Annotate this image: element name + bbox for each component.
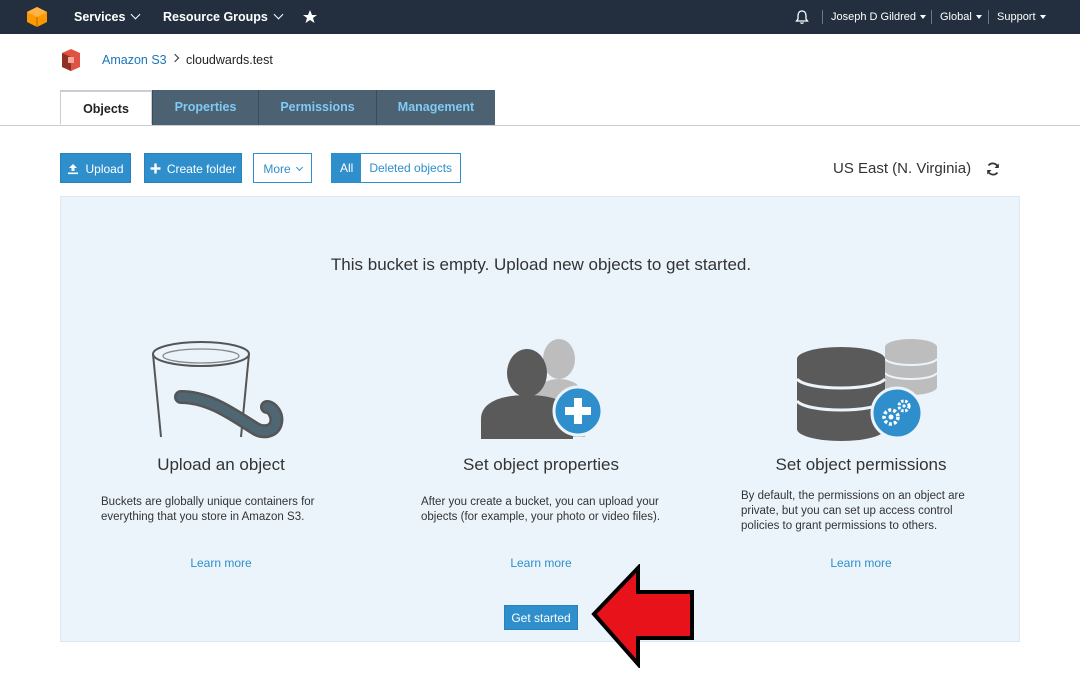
more-label: More xyxy=(263,162,291,176)
empty-bucket-message: This bucket is empty. Upload new objects… xyxy=(330,255,752,274)
user-menu[interactable]: Joseph D Gildred xyxy=(831,0,926,34)
upload-label: Upload xyxy=(85,162,124,176)
learn-more-link[interactable]: Learn more xyxy=(61,556,381,570)
create-folder-button[interactable]: Create folder xyxy=(144,153,242,183)
bell-icon[interactable] xyxy=(794,9,810,25)
breadcrumb-current-bucket: cloudwards.test xyxy=(186,53,273,67)
support-label: Support xyxy=(997,11,1036,23)
nav-divider xyxy=(931,10,932,24)
empty-bucket-panel: This bucket is empty. Upload new objects… xyxy=(60,196,1020,642)
services-menu[interactable]: Services xyxy=(74,0,141,34)
tab-objects[interactable]: Objects xyxy=(60,90,152,125)
nav-divider xyxy=(822,10,823,24)
upload-object-description: Buckets are globally unique containers f… xyxy=(101,496,315,523)
upload-button[interactable]: Upload xyxy=(60,153,131,183)
user-name-label: Joseph D Gildred xyxy=(831,11,916,23)
chevron-down-icon xyxy=(273,9,284,20)
tab-properties[interactable]: Properties xyxy=(152,90,258,125)
services-label: Services xyxy=(74,10,126,24)
upload-object-title: Upload an object xyxy=(157,455,285,474)
s3-bucket-icon xyxy=(62,49,80,71)
tab-management[interactable]: Management xyxy=(376,90,495,125)
region-menu-label: Global xyxy=(940,11,972,23)
more-dropdown[interactable]: More xyxy=(253,153,312,183)
nav-divider xyxy=(988,10,989,24)
set-permissions-description: By default, the permissions on an object… xyxy=(741,490,965,532)
region-menu[interactable]: Global xyxy=(940,0,982,34)
get-started-button[interactable]: Get started xyxy=(504,605,578,630)
tab-permissions[interactable]: Permissions xyxy=(258,90,376,125)
object-filter-toggle: All Deleted objects xyxy=(331,153,462,183)
resource-groups-menu[interactable]: Resource Groups xyxy=(163,0,284,34)
red-arrow-annotation xyxy=(591,564,694,668)
caret-down-icon xyxy=(975,15,982,20)
caret-down-icon xyxy=(1039,15,1046,20)
breadcrumb-amazon-s3[interactable]: Amazon S3 xyxy=(102,53,167,67)
bucket-icon xyxy=(152,341,284,439)
top-nav-bar: Services Resource Groups Joseph D Gildre… xyxy=(0,0,1080,34)
caret-down-icon xyxy=(920,15,926,20)
support-menu[interactable]: Support xyxy=(997,0,1046,34)
chevron-down-icon xyxy=(295,163,303,172)
plus-icon xyxy=(150,163,161,174)
aws-logo-icon[interactable] xyxy=(26,6,48,28)
region-label: US East (N. Virginia) xyxy=(833,160,972,177)
resource-groups-label: Resource Groups xyxy=(163,10,268,24)
set-properties-title: Set object properties xyxy=(463,455,619,474)
refresh-icon[interactable] xyxy=(985,161,1001,177)
filter-all-button[interactable]: All xyxy=(332,154,362,182)
filter-deleted-objects-button[interactable]: Deleted objects xyxy=(361,154,461,182)
create-folder-label: Create folder xyxy=(166,162,237,176)
learn-more-link[interactable]: Learn more xyxy=(701,556,1021,570)
upload-icon xyxy=(68,163,79,174)
users-add-icon xyxy=(481,339,604,439)
pin-icon[interactable] xyxy=(302,9,318,25)
set-permissions-title: Set object permissions xyxy=(775,455,947,474)
chevron-down-icon xyxy=(130,9,141,20)
database-settings-icon xyxy=(795,339,938,441)
set-properties-description: After you create a bucket, you can uploa… xyxy=(421,496,661,523)
